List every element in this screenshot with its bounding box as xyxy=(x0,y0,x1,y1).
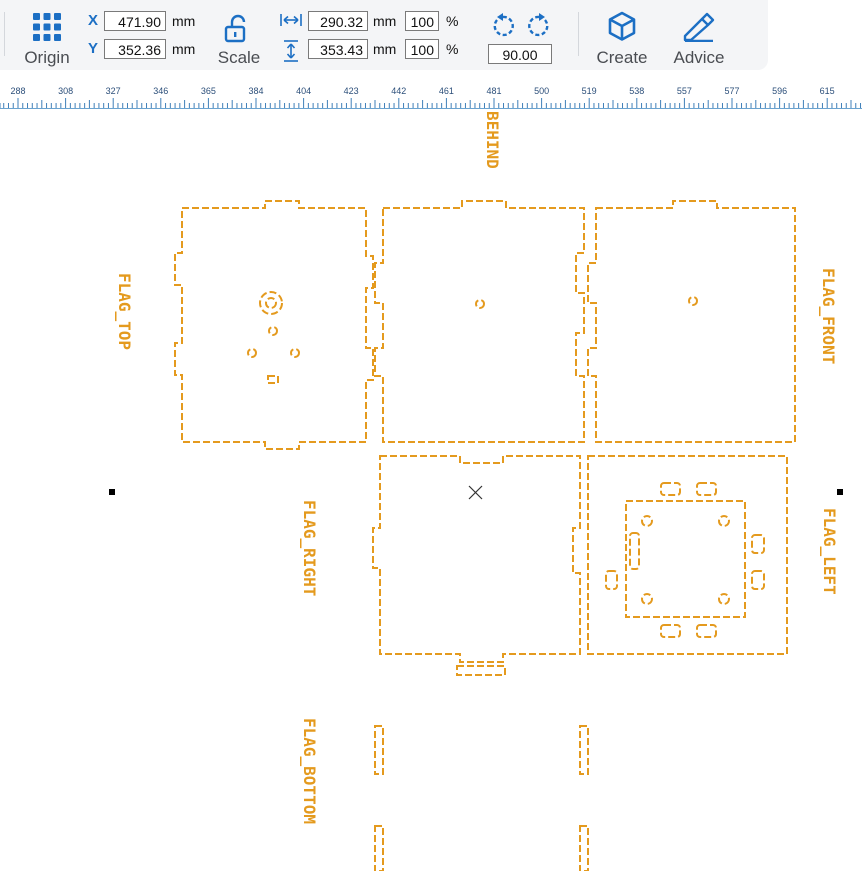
ruler-tick-label: 384 xyxy=(248,86,264,96)
selection-handle-left[interactable] xyxy=(109,489,115,495)
create-button[interactable]: Create xyxy=(590,0,654,70)
ruler-tick-label: 481 xyxy=(486,86,502,96)
ruler-tick-label: 538 xyxy=(629,86,645,96)
label-flag-front[interactable]: FLAG_FRONT xyxy=(819,268,838,364)
scale-lock-button[interactable]: Scale xyxy=(212,0,266,70)
ruler-tick-label: 577 xyxy=(724,86,740,96)
ruler-tick-label: 365 xyxy=(200,86,216,96)
ruler-tick-label: 500 xyxy=(534,86,550,96)
ruler-tick-label: 423 xyxy=(343,86,359,96)
ruler-tick-label: 596 xyxy=(772,86,788,96)
origin-button[interactable]: Origin xyxy=(18,0,76,70)
rotate-cw-icon[interactable] xyxy=(526,12,552,40)
width-icon xyxy=(280,14,302,26)
panel-front-hole[interactable] xyxy=(688,296,698,306)
panel-front[interactable] xyxy=(587,200,796,443)
scale-label: Scale xyxy=(217,48,261,67)
ruler-tick-label: 615 xyxy=(819,86,835,96)
ruler-tick-label: 461 xyxy=(438,86,454,96)
rotate-ccw-icon[interactable] xyxy=(490,12,516,40)
panel-right[interactable] xyxy=(372,455,581,663)
toolbar: Origin X 471.90 mm Y 352.36 mm Scale 290… xyxy=(0,0,768,70)
height-icon xyxy=(284,40,298,62)
panel-left-inner[interactable] xyxy=(625,500,746,618)
advice-button[interactable]: Advice xyxy=(664,0,734,70)
panel-left-slot[interactable] xyxy=(751,534,765,554)
ruler-tick-label: 519 xyxy=(581,86,597,96)
panel-top[interactable] xyxy=(174,200,374,450)
width-percent-sign: % xyxy=(446,13,459,29)
ruler-tick-label: 557 xyxy=(676,86,692,96)
strip[interactable] xyxy=(374,825,384,871)
selection-handle-right[interactable] xyxy=(837,489,843,495)
height-percent-input[interactable]: 100 xyxy=(405,39,439,59)
height-unit: mm xyxy=(373,41,397,57)
panel-left-slot[interactable] xyxy=(751,570,765,590)
ruler-tick-label: 308 xyxy=(58,86,74,96)
label-flag-left[interactable]: FLAG_LEFT xyxy=(820,508,839,595)
toolbar-separator xyxy=(4,12,5,56)
unlock-icon xyxy=(224,14,246,43)
y-unit: mm xyxy=(172,41,196,57)
strip[interactable] xyxy=(374,725,384,775)
panel-left[interactable] xyxy=(587,455,788,655)
origin-label: Origin xyxy=(24,48,70,67)
label-flag-top[interactable]: FLAG_TOP xyxy=(115,273,134,350)
slot-tab[interactable] xyxy=(456,665,506,676)
y-input[interactable]: 352.36 xyxy=(104,39,166,59)
ruler-tick-label: 404 xyxy=(296,86,312,96)
panel-left-slot[interactable] xyxy=(696,624,717,638)
panel-left-hole[interactable] xyxy=(641,593,653,605)
panel-behind[interactable] xyxy=(374,200,585,443)
x-label: X xyxy=(88,12,99,29)
panel-top-hole[interactable] xyxy=(290,348,300,358)
label-behind[interactable]: BEHIND xyxy=(483,111,502,169)
x-input[interactable]: 471.90 xyxy=(104,11,166,31)
rotation-input[interactable]: 90.00 xyxy=(488,44,552,64)
height-input[interactable]: 353.43 xyxy=(308,39,368,59)
x-unit: mm xyxy=(172,13,196,29)
create-label: Create xyxy=(596,48,648,67)
design-canvas[interactable]: BEHIND FLAG_TOP FLAG_FRONT FLAG_RIGHT FL… xyxy=(0,108,862,871)
width-percent-input[interactable]: 100 xyxy=(405,11,439,31)
panel-top-hole[interactable] xyxy=(247,348,257,358)
cut-layout[interactable] xyxy=(0,108,862,871)
strip[interactable] xyxy=(579,725,589,775)
horizontal-ruler[interactable]: 288 308 327 346 365 384 404 423 442 461 481 500 519 5… xyxy=(0,80,862,109)
panel-left-hole[interactable] xyxy=(718,515,730,527)
panel-top-hole[interactable] xyxy=(268,326,278,336)
panel-behind-hole[interactable] xyxy=(475,299,485,309)
width-input[interactable]: 290.32 xyxy=(308,11,368,31)
panel-left-hole[interactable] xyxy=(641,515,653,527)
ruler-tick-label: 346 xyxy=(153,86,169,96)
ruler-tick-label: 327 xyxy=(105,86,121,96)
width-unit: mm xyxy=(373,13,397,29)
feedback-icon xyxy=(683,12,715,42)
height-percent-sign: % xyxy=(446,41,459,57)
panel-left-slot[interactable] xyxy=(660,482,681,496)
ruler-tick-label: 288 xyxy=(10,86,26,96)
panel-left-slot[interactable] xyxy=(660,624,681,638)
ruler-tick-label: 442 xyxy=(391,86,407,96)
y-label: Y xyxy=(88,40,99,57)
panel-top-hole-ring[interactable] xyxy=(259,291,283,315)
toolbar-separator xyxy=(578,12,579,56)
label-flag-right[interactable]: FLAG_RIGHT xyxy=(300,500,319,596)
panel-left-slot[interactable] xyxy=(696,482,717,496)
label-flag-bottom[interactable]: FLAG_BOTTOM xyxy=(300,718,319,824)
box-icon xyxy=(608,11,636,41)
grid-icon xyxy=(33,13,61,41)
panel-left-slot[interactable] xyxy=(605,570,618,590)
panel-left-hole[interactable] xyxy=(718,593,730,605)
advice-label: Advice xyxy=(673,48,725,67)
panel-top-hole[interactable] xyxy=(265,297,277,309)
panel-top-slot[interactable] xyxy=(267,375,279,384)
panel-left-slot[interactable] xyxy=(629,532,640,570)
strip[interactable] xyxy=(579,825,589,871)
